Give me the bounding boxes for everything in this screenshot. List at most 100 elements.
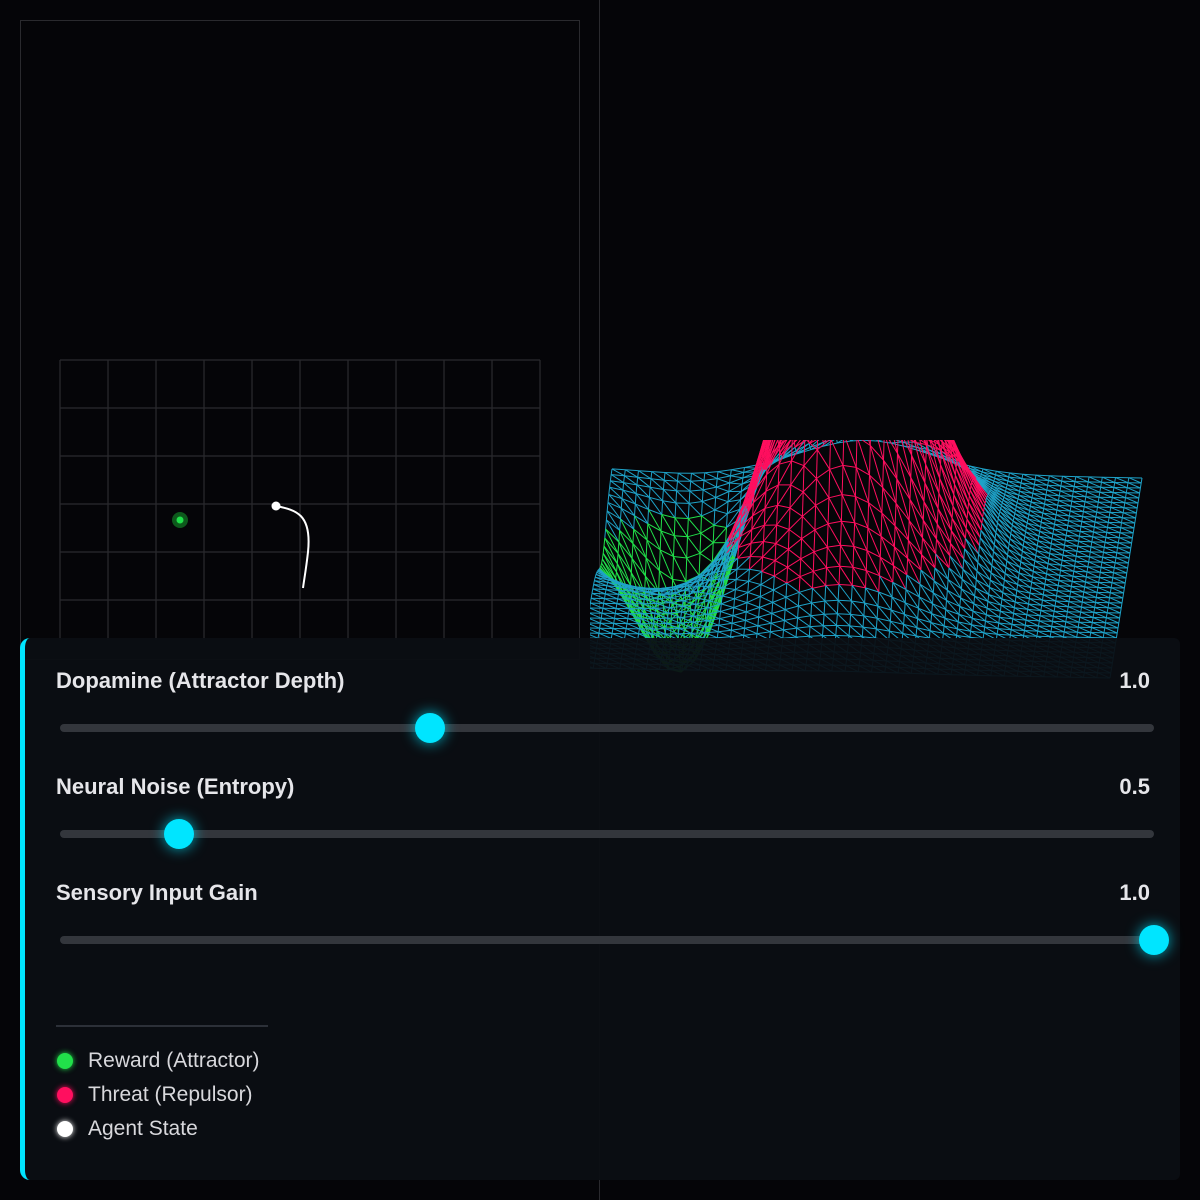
mesh-edge <box>1137 497 1140 504</box>
mesh-edge <box>976 570 991 581</box>
mesh-edge <box>715 478 718 488</box>
mesh-edge <box>726 501 729 514</box>
mesh-edge <box>877 440 884 461</box>
mesh-edge <box>981 523 996 540</box>
mesh-edge <box>996 628 999 635</box>
mesh-edge <box>1045 573 1047 580</box>
mesh-edge <box>1093 607 1096 613</box>
dopamine-slider[interactable] <box>60 713 1154 743</box>
mesh-edge <box>658 549 661 571</box>
mesh-edge <box>749 543 752 557</box>
mesh-edge <box>749 541 764 557</box>
mesh-edge <box>777 464 780 485</box>
mesh-edge <box>812 585 826 589</box>
mesh-edge <box>747 581 750 593</box>
mesh-edge <box>922 501 925 521</box>
mesh-edge <box>1007 554 1022 563</box>
mesh-edge <box>802 465 805 492</box>
mesh-edge <box>1050 538 1053 544</box>
mesh-edge <box>908 499 911 521</box>
mesh-edge <box>798 576 801 593</box>
mesh-edge <box>783 620 785 630</box>
reward-marker-core <box>176 516 184 524</box>
mesh-edge <box>605 585 608 590</box>
mesh-edge <box>796 626 811 629</box>
mesh-edge <box>661 500 664 515</box>
mesh-edge <box>953 494 968 520</box>
mesh-edge <box>1005 566 1020 574</box>
mesh-edge <box>865 570 867 588</box>
mesh-edge <box>689 501 703 504</box>
mesh-edge <box>1050 631 1064 638</box>
mesh-edge <box>615 603 618 609</box>
mesh-edge <box>974 587 976 597</box>
mesh-edge <box>1006 560 1020 574</box>
mesh-edge <box>758 607 760 618</box>
mesh-edge <box>854 467 857 497</box>
mesh-edge <box>704 626 707 633</box>
noise-slider-thumb[interactable] <box>164 819 195 849</box>
mesh-edge <box>790 465 805 486</box>
mesh-edge <box>836 625 850 637</box>
mesh-edge <box>1023 545 1037 552</box>
dopamine-slider-thumb[interactable] <box>414 713 445 743</box>
mesh-edge <box>729 475 731 484</box>
mesh-edge <box>1113 567 1115 573</box>
mesh-edge <box>756 625 759 634</box>
mesh-edge <box>1111 492 1114 498</box>
mesh-edge <box>801 516 803 539</box>
mesh-edge <box>932 592 934 604</box>
mesh-edge <box>1082 601 1095 608</box>
mesh-edge <box>1124 502 1138 509</box>
mesh-edge <box>869 445 871 476</box>
mesh-edge <box>828 494 843 499</box>
mesh-edge <box>731 629 744 636</box>
mesh-edge <box>990 572 1005 581</box>
mesh-edge <box>1026 518 1029 524</box>
mesh-edge <box>962 568 977 581</box>
mesh-edge <box>621 490 624 499</box>
mesh-edge <box>789 491 804 509</box>
mesh-edge <box>1118 532 1121 538</box>
mesh-edge <box>733 607 747 613</box>
mesh-edge <box>772 601 786 611</box>
mesh-edge <box>826 547 828 568</box>
mesh-edge <box>816 478 830 499</box>
mesh-edge <box>730 475 743 479</box>
mesh-edge <box>716 482 730 488</box>
mesh-edge <box>615 608 629 615</box>
mesh-edge <box>1091 536 1094 542</box>
mesh-edge <box>1025 522 1028 528</box>
mesh-edge <box>920 569 935 582</box>
mesh-edge <box>1094 602 1096 608</box>
mesh-edge <box>633 515 635 530</box>
noise-slider[interactable] <box>60 819 1154 849</box>
mesh-edge <box>1091 622 1093 628</box>
mesh-edge <box>851 585 866 604</box>
gain-slider[interactable] <box>60 925 1169 955</box>
mesh-edge <box>848 625 851 636</box>
mesh-edge <box>716 471 719 479</box>
mesh-edge <box>897 453 912 478</box>
mesh-edge <box>1028 593 1031 599</box>
mesh-edge <box>750 541 764 544</box>
mesh-edge <box>1117 547 1131 554</box>
mesh-edge <box>717 625 720 632</box>
mesh-edge <box>1085 491 1088 497</box>
mesh-edge <box>713 513 728 526</box>
mesh-edge <box>903 602 906 615</box>
mesh-edge <box>1122 507 1125 513</box>
mesh-edge <box>606 502 609 511</box>
mesh-edge <box>783 609 786 621</box>
mesh-edge <box>930 613 933 623</box>
gain-slider-thumb[interactable] <box>1139 925 1169 955</box>
mesh-edge <box>908 539 922 555</box>
mesh-edge <box>922 537 936 569</box>
mesh-edge <box>1003 579 1005 587</box>
mesh-edge <box>1069 506 1072 512</box>
mesh-edge <box>1097 582 1100 588</box>
mesh-edge <box>1072 491 1074 497</box>
mesh-edge <box>700 524 715 534</box>
mesh-edge <box>1019 561 1022 568</box>
mesh-edge <box>702 486 717 491</box>
